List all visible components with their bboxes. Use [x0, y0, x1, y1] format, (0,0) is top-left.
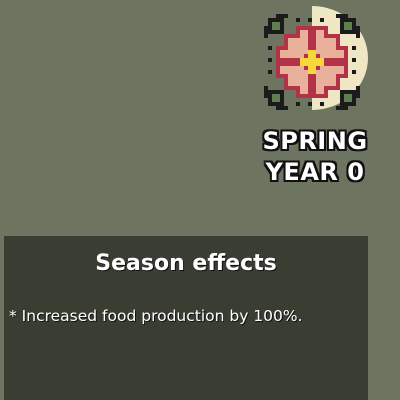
game-screen: SPRING YEAR 0 Season effects * Increased… [0, 0, 400, 400]
season-effects-panel: Season effects * Increased food producti… [4, 236, 368, 400]
panel-title: Season effects [95, 251, 277, 276]
effect-item: * Increased food production by 100%. [9, 307, 303, 325]
season-name: SPRING [262, 127, 368, 155]
season-indicator[interactable]: SPRING YEAR 0 [240, 0, 400, 210]
season-year: YEAR 0 [265, 158, 365, 186]
effects-list: * Increased food production by 100%. [9, 306, 365, 326]
flower-icon [264, 14, 360, 110]
season-label: SPRING YEAR 0 [240, 126, 390, 188]
